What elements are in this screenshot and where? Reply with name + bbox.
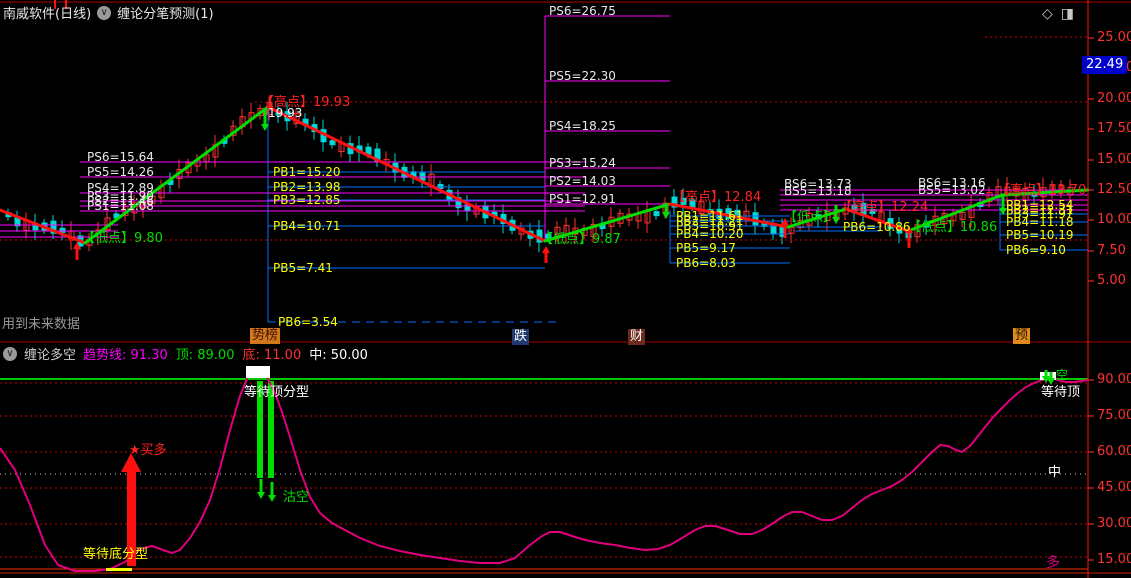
pivot-high-label: 【高点】12.24 bbox=[839, 200, 929, 215]
price-level-label: PS5=22.30 bbox=[549, 69, 616, 83]
pivot-low-label: 【低点】10.86 bbox=[908, 220, 998, 235]
price-level-label: PB5=7.41 bbox=[273, 261, 333, 275]
top-axis-tick: 7.50 bbox=[1097, 243, 1126, 258]
price-level-label: PB6=3.54 bbox=[278, 315, 338, 329]
annotation-label: 空 bbox=[1056, 368, 1069, 382]
chevron-down-circle-icon[interactable]: ∨ bbox=[97, 5, 112, 20]
bottom-axis-tick: 60.00 bbox=[1097, 444, 1131, 459]
price-level-label: PS6=26.75 bbox=[549, 4, 616, 18]
annotation-label: 等待顶 bbox=[1041, 385, 1081, 400]
ticker-item[interactable]: 势榜 bbox=[250, 328, 281, 344]
price-level-label: PS2=14.03 bbox=[549, 174, 616, 188]
top-axis-tick: 5.00 bbox=[1097, 273, 1126, 288]
annotation-label: ★买多 bbox=[129, 443, 167, 458]
param-顶: 顶: 89.00 bbox=[175, 348, 235, 363]
price-level-label: PB2=13.98 bbox=[273, 180, 341, 194]
annotation-label: 等待顶分型 bbox=[244, 385, 310, 400]
annotation-label: 等待底分型 bbox=[83, 547, 149, 562]
stock-title: 南威软件(日线) bbox=[3, 7, 92, 22]
price-level-label: PB4=10.20 bbox=[676, 227, 744, 241]
top-axis-tick: 10.00 bbox=[1097, 212, 1131, 227]
bottom-axis-tick: 75.00 bbox=[1097, 408, 1131, 423]
pivot-low-label: 【低点】9.80 bbox=[82, 231, 163, 246]
indicator-title: 缠论分笔预测(1) bbox=[117, 7, 214, 22]
param-中: 中: 50.00 bbox=[309, 348, 368, 363]
diamond-icon[interactable]: ◇ bbox=[1042, 6, 1053, 22]
price-level-label: BS5=13.18 bbox=[784, 184, 852, 198]
pivot-high-label: 【高点】12.84 bbox=[672, 190, 762, 205]
top-axis-tick: 17.50 bbox=[1097, 121, 1131, 136]
top-axis-tick: 20.00 bbox=[1097, 91, 1131, 106]
price-level-label: PB4=10.71 bbox=[273, 219, 341, 233]
top-axis-tick: 25.00 bbox=[1097, 30, 1131, 45]
ticker-item[interactable]: 跌 bbox=[512, 329, 530, 345]
price-level-label: PB5=10.19 bbox=[1006, 228, 1074, 242]
stock-chart-app: 南威软件(日线) ∨ 缠论分笔预测(1) ◇ ◨ 22.49 用到未来数据 ∨ … bbox=[0, 0, 1131, 578]
param-底: 底: 11.00 bbox=[242, 348, 302, 363]
price-level-label: PB6=10.86 bbox=[843, 220, 911, 234]
bottom-axis-tick: 90.00 bbox=[1097, 372, 1131, 387]
price-level-label: BS5=13.02 bbox=[918, 183, 986, 197]
pivot-high-label: 【高点】13.70 bbox=[997, 183, 1087, 198]
annotation-label: 中 bbox=[1048, 465, 1062, 480]
annotation-label: 多 bbox=[1046, 555, 1060, 571]
sub-title-bar: ∨ 缠论多空 趋势线: 91.30 顶: 89.00 底: 11.00 中: 50.0… bbox=[3, 344, 376, 363]
param-趋势线: 趋势线: 91.30 bbox=[83, 348, 168, 363]
price-level-label: PS6=15.64 bbox=[87, 150, 154, 164]
chart-canvas[interactable] bbox=[0, 0, 1131, 578]
top-title-bar: 南威软件(日线) ∨ 缠论分笔预测(1) bbox=[3, 3, 214, 22]
annotation-label: 沽空 bbox=[283, 490, 310, 505]
pivot-low-label: 【低点】9.87 bbox=[540, 232, 621, 247]
current-price-badge: 22.49 bbox=[1082, 56, 1128, 74]
price-level-label: PS1=12.91 bbox=[549, 192, 616, 206]
price-level-label: PS5=14.26 bbox=[87, 165, 154, 179]
price-level-label: PB3=12.85 bbox=[273, 193, 341, 207]
price-level-label: PS3=15.24 bbox=[549, 156, 616, 170]
price-level-label: PS1=11.08 bbox=[87, 199, 154, 213]
future-data-note: 用到未来数据 bbox=[2, 317, 81, 332]
price-level-label: 19.93 bbox=[268, 106, 303, 120]
corner-toolbar: ◇ ◨ bbox=[1042, 6, 1074, 22]
price-level-label: PB6=9.10 bbox=[1006, 243, 1066, 257]
top-axis-tick: 15.00 bbox=[1097, 152, 1131, 167]
ticker-item[interactable]: 财 bbox=[628, 329, 646, 345]
pivot-low-label: 【低点】 bbox=[784, 210, 837, 225]
bottom-axis-tick: 15.00 bbox=[1097, 552, 1131, 567]
indicator-params: 趋势线: 91.30 顶: 89.00 底: 11.00 中: 50.00 bbox=[83, 344, 376, 363]
ticker-item[interactable]: 预 bbox=[1013, 328, 1031, 344]
price-level-label: PB5=9.17 bbox=[676, 241, 736, 255]
price-level-label: PB1=15.20 bbox=[273, 165, 341, 179]
price-level-label: PS4=18.25 bbox=[549, 119, 616, 133]
bottom-axis-tick: 30.00 bbox=[1097, 516, 1131, 531]
top-axis-tick: 12.50 bbox=[1097, 182, 1131, 197]
sub-indicator-title: 缠论多空 bbox=[24, 348, 77, 363]
chevron-down-circle-icon[interactable]: ∨ bbox=[3, 346, 17, 361]
price-level-label: PB4=11.18 bbox=[1006, 215, 1074, 229]
price-level-label: PB6=8.03 bbox=[676, 256, 736, 270]
bottom-axis-tick: 45.00 bbox=[1097, 480, 1131, 495]
split-panel-icon[interactable]: ◨ bbox=[1061, 6, 1074, 22]
